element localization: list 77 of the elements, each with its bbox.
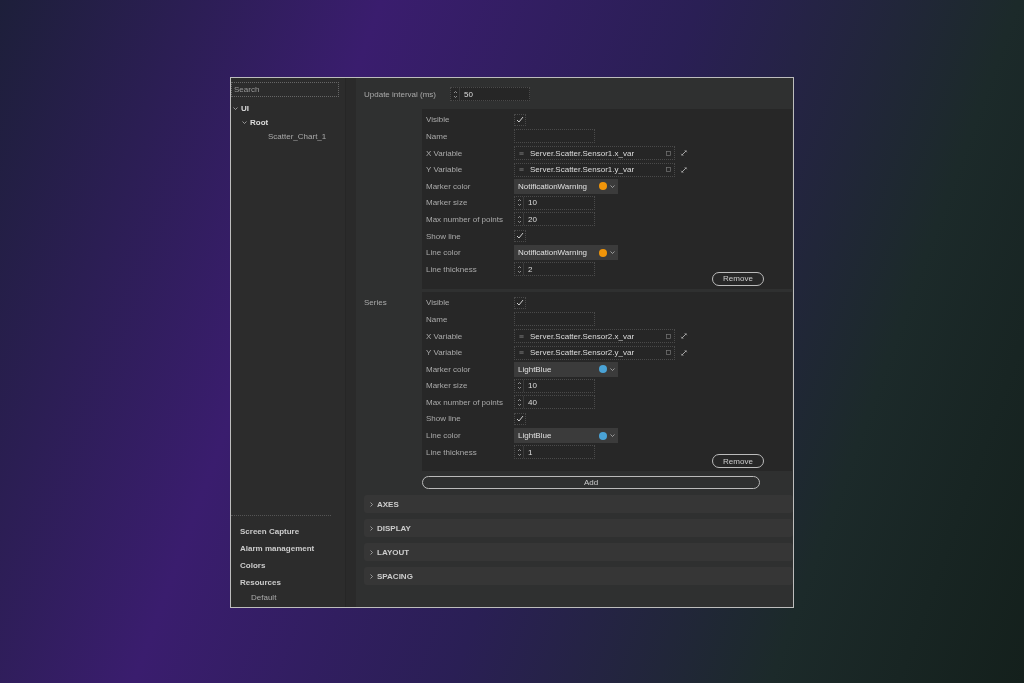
color-dropdown[interactable]: LightBlue (514, 428, 618, 444)
field-label: Y Variable (426, 348, 464, 358)
field-label: Max number of points (426, 397, 504, 407)
field-label: Marker color (426, 364, 472, 374)
caret-icon[interactable] (610, 250, 615, 256)
field-label: Visible (426, 115, 451, 125)
field-label: Y Variable (426, 165, 464, 175)
caret-icon[interactable] (233, 105, 238, 111)
number-field[interactable]: 2 (514, 262, 595, 277)
spinner-icon[interactable] (515, 213, 524, 226)
collapsible-section[interactable]: SPACING (364, 567, 793, 586)
search-field[interactable]: Search (231, 82, 339, 97)
number-field[interactable]: 10 (514, 195, 595, 210)
field-label: Line thickness (426, 264, 478, 274)
sidebar-item[interactable]: Resources (231, 575, 345, 592)
sidebar-item[interactable]: Screen Capture (231, 524, 345, 541)
collapsible-section[interactable]: DISPLAY (364, 519, 793, 538)
sidebar-subitem[interactable]: Default (231, 592, 345, 603)
field-label: Line color (426, 248, 462, 258)
variable-field[interactable]: Server.Scatter.Sensor2.y_var (514, 345, 675, 360)
check-icon (516, 232, 524, 241)
sidebar-item[interactable]: Alarm management (231, 541, 345, 558)
field-label: Visible (426, 298, 451, 308)
field-label: Name (426, 314, 449, 324)
variable-field[interactable]: Server.Scatter.Sensor2.x_var (514, 329, 675, 343)
caret-icon[interactable] (610, 366, 615, 372)
collapsible-section[interactable]: LAYOUT (364, 543, 793, 562)
checkbox[interactable] (514, 230, 526, 243)
caret-icon[interactable] (369, 501, 374, 507)
spinner-icon[interactable] (515, 379, 524, 392)
tree-item[interactable]: UI (241, 103, 249, 113)
check-icon (516, 415, 524, 423)
variable-field[interactable]: Server.Scatter.Sensor1.x_var (514, 146, 675, 161)
caret-icon[interactable] (242, 119, 247, 125)
tree-item[interactable]: Root (250, 117, 269, 127)
spinner-icon[interactable] (515, 263, 524, 276)
field-label: Max number of points (426, 214, 504, 224)
section-label: Series (364, 296, 388, 309)
spinner-icon[interactable] (515, 446, 524, 459)
sidebar-item[interactable]: Colors (231, 558, 345, 575)
field-label: Show line (426, 414, 462, 424)
caret-icon[interactable] (369, 525, 374, 531)
check-icon (516, 298, 524, 307)
check-icon (516, 115, 524, 124)
tree-item[interactable]: Scatter_Chart_1 (268, 131, 327, 141)
number-field[interactable]: 10 (514, 378, 595, 393)
caret-icon[interactable] (610, 183, 615, 189)
spinner-icon[interactable] (515, 396, 524, 409)
spinner-icon[interactable] (451, 88, 460, 101)
name-field[interactable] (514, 129, 595, 144)
field-label: Marker size (426, 381, 469, 391)
caret-icon[interactable] (369, 549, 374, 555)
number-field[interactable]: 20 (514, 212, 595, 227)
caret-icon[interactable] (369, 573, 374, 579)
spinner-icon[interactable] (515, 196, 524, 209)
color-dropdown[interactable]: LightBlue (514, 361, 618, 377)
field-label: Marker size (426, 198, 469, 208)
variable-field[interactable]: Server.Scatter.Sensor1.y_var (514, 162, 675, 177)
field-label: Line thickness (426, 447, 478, 457)
name-field[interactable] (514, 312, 595, 327)
checkbox[interactable] (514, 413, 526, 425)
field-label: X Variable (426, 148, 464, 158)
number-field[interactable]: 1 (514, 445, 595, 460)
checkbox[interactable] (514, 296, 526, 309)
field-label: Update interval (ms) (364, 89, 438, 99)
collapsible-section[interactable]: AXES (364, 495, 793, 514)
field-label: Marker color (426, 181, 472, 191)
number-field[interactable]: 40 (514, 395, 595, 410)
field-label: Name (426, 132, 449, 141)
checkbox[interactable] (514, 113, 526, 126)
color-dropdown[interactable]: NotificationWarning (514, 245, 618, 261)
color-dropdown[interactable]: NotificationWarning (514, 178, 618, 194)
field-label: X Variable (426, 331, 464, 341)
caret-icon[interactable] (610, 433, 615, 439)
field-label: Show line (426, 231, 462, 241)
field-label: Line color (426, 431, 462, 441)
number-field[interactable]: 50 (450, 87, 530, 102)
